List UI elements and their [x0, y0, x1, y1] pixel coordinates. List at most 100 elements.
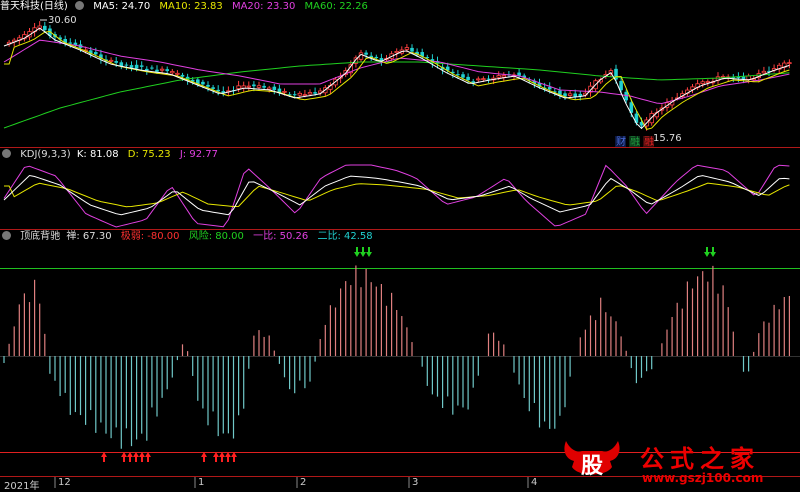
candlesticks [6, 21, 792, 131]
candle-body [787, 62, 792, 65]
candle-body [170, 71, 175, 74]
candle-body [211, 87, 215, 89]
candle-body [139, 65, 144, 67]
candle-body [481, 78, 486, 81]
candle-body [246, 85, 251, 88]
candle-body [501, 75, 506, 78]
candle-body [297, 92, 302, 96]
kdj-title: KDJ(9,3,3) [20, 149, 71, 160]
candle-body [266, 87, 272, 90]
buy-arrow-icon [201, 452, 207, 462]
sell-arrow-icon [360, 247, 366, 257]
kdj-panel-header: KDJ(9,3,3) K: 81.08 D: 75.23 J: 92.77 [0, 148, 224, 162]
buy-arrow-icon [121, 452, 127, 462]
candle-body [43, 25, 47, 31]
candle-body [272, 86, 277, 91]
kdj-k-label: K: 81.08 [76, 149, 119, 160]
buy-arrow-icon [213, 452, 219, 462]
candle-body [124, 64, 129, 66]
candle-body [404, 47, 410, 50]
buy-arrow-icon [127, 452, 133, 462]
event-tag-margin-1[interactable]: 融 [630, 136, 640, 148]
candle-body [159, 68, 165, 71]
candle-body [252, 84, 256, 87]
high-price-label: 30.60 [48, 15, 77, 26]
candle-body [410, 47, 414, 52]
candle-body [374, 56, 379, 59]
candle-body [567, 93, 573, 96]
x-axis-label: 2021年 [4, 481, 40, 492]
buy-arrow-icon [101, 452, 107, 462]
buy-arrow-icon [219, 452, 225, 462]
candle-body [201, 81, 205, 85]
ma5-line [3, 27, 790, 130]
candle-body [456, 74, 460, 76]
candle-body [302, 94, 308, 97]
candle-body [394, 50, 399, 54]
weak-label: 极弱: -80.00 [120, 231, 180, 242]
buy-arrow-icon [139, 452, 145, 462]
ma10-line [4, 30, 790, 130]
buy-arrow-icon [225, 452, 231, 462]
candle-body [761, 70, 767, 74]
candle-body [94, 52, 98, 55]
panel-toggle-icon[interactable] [2, 230, 11, 240]
low-price-label: 15.76 [653, 133, 682, 144]
ma60-line [3, 61, 790, 129]
risk-label: 风险: 80.00 [188, 231, 244, 242]
candle-body [496, 75, 501, 78]
signal-arrows [101, 247, 716, 462]
candle-body [741, 76, 746, 79]
candle-body [155, 69, 159, 72]
chart-window: 普天科技(日线) MA5: 24.70 MA10: 23.83 MA20: 23… [0, 0, 800, 492]
kdj-j-label: J: 92.77 [179, 149, 218, 160]
panel-toggle-icon[interactable] [2, 148, 11, 158]
candle-body [292, 94, 297, 96]
candle-body [466, 76, 470, 81]
zen-label: 禅: 67.30 [66, 231, 112, 242]
candle-body [134, 64, 139, 69]
kdj-d-label: D: 75.23 [127, 149, 171, 160]
divergence-title: 顶底背驰 [20, 231, 61, 242]
kdj-k-line [3, 174, 790, 216]
candle-body [486, 78, 491, 80]
candle-body [165, 69, 169, 72]
candle-body [256, 85, 262, 88]
buy-arrow-icon [231, 452, 237, 462]
watermark-title: 公式之家 [640, 444, 760, 473]
candle-body [705, 81, 710, 83]
event-tag-finance[interactable]: 财 [616, 135, 626, 148]
x-axis-label: 2 [300, 477, 307, 488]
logo-char: 股 [581, 454, 603, 479]
ratio2-label: 二比: 42.58 [317, 231, 373, 242]
candle-body [282, 90, 287, 93]
candle-body [145, 68, 149, 71]
candle-body [700, 81, 705, 85]
buy-arrow-icon [133, 452, 139, 462]
candle-body [461, 74, 465, 78]
candle-body [114, 61, 118, 63]
candle-body [129, 65, 134, 68]
ratio1-label: 一比: 50.26 [253, 231, 309, 242]
sell-arrow-icon [710, 247, 716, 257]
bull-logo-icon: 股 [564, 441, 620, 479]
watermark: 股 公式之家 www.gszj100.com [560, 433, 800, 491]
candle-body [175, 72, 180, 75]
candle-body [68, 42, 73, 44]
divergence-bars [3, 265, 791, 449]
candle-body [206, 84, 210, 87]
candle-body [108, 59, 114, 62]
event-tags: 财 融 融 [615, 135, 654, 148]
candle-body [150, 67, 154, 69]
candle-body [180, 74, 185, 77]
x-axis-label: 4 [531, 477, 538, 488]
watermark-url: www.gszj100.com [642, 471, 764, 485]
candle-body [476, 78, 481, 81]
divergence-panel-header: 顶底背驰 禅: 67.30 极弱: -80.00 风险: 80.00 一比: 5… [0, 230, 379, 244]
sell-arrow-icon [354, 247, 360, 257]
candle-body [547, 87, 552, 90]
chart-canvas: 30.60 15.76 财 融 融 [0, 15, 800, 488]
candle-body [262, 85, 266, 88]
candle-body [364, 52, 368, 55]
event-tag-margin-2[interactable]: 融 [644, 136, 654, 148]
